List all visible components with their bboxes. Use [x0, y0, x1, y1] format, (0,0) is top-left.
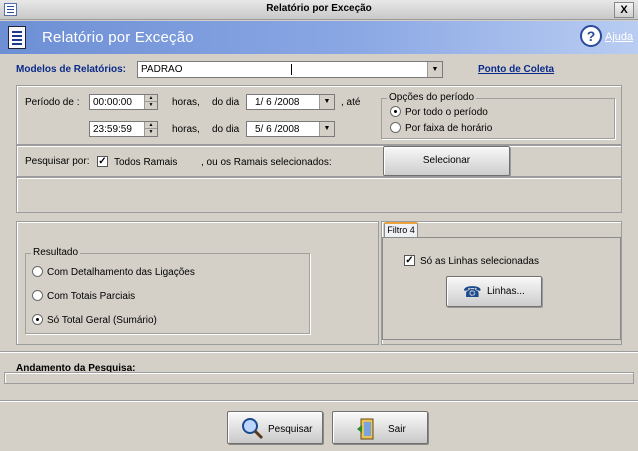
question-icon[interactable]: ? [580, 25, 602, 47]
start-time-field[interactable]: 00:00:00 ▲ ▼ [89, 94, 158, 110]
window-title: Relatório por Exceção [266, 3, 372, 14]
day-label-2: do dia [212, 124, 240, 135]
end-time-field[interactable]: 23:59:59 ▲ ▼ [89, 121, 158, 137]
close-button[interactable]: X [614, 2, 634, 18]
radio-time-range-label: Por faixa de horário [405, 123, 493, 134]
until-label: , até [341, 97, 361, 108]
tab-filtro-4[interactable]: Filtro 4 [384, 222, 418, 237]
models-select[interactable]: PADRAO ▼ [137, 61, 443, 78]
end-time-value: 23:59:59 [93, 124, 132, 135]
start-time-value: 00:00:00 [93, 97, 132, 108]
radio-partial-totals-label: Com Totais Parciais [47, 291, 136, 302]
title-bar: Relatório por Exceção X [0, 0, 638, 20]
radio-detail-calls[interactable] [32, 266, 43, 277]
radio-grand-total-label: Só Total Geral (Sumário) [47, 315, 157, 326]
only-lines-label: Só as Linhas selecionadas [420, 256, 539, 267]
end-time-spinner[interactable]: ▲ ▼ [144, 122, 157, 136]
page-title: Relatório por Exceção [42, 29, 194, 46]
chevron-down-icon[interactable]: ▼ [319, 122, 334, 136]
radio-partial-totals[interactable] [32, 290, 43, 301]
lines-button-label: Linhas... [487, 286, 525, 297]
lines-button[interactable]: ☎ Linhas... [446, 276, 542, 307]
spin-up-icon[interactable]: ▲ [145, 122, 157, 129]
header-banner: Relatório por Exceção ? Ajuda [0, 21, 638, 54]
radio-whole-period[interactable] [390, 106, 401, 117]
info-area [16, 177, 622, 213]
day-label: do dia [212, 97, 240, 108]
text-cursor [291, 64, 292, 75]
result-legend: Resultado [31, 247, 81, 258]
select-extensions-button[interactable]: Selecionar [383, 146, 510, 176]
telephone-icon: ☎ [463, 284, 482, 301]
start-time-spinner[interactable]: ▲ ▼ [144, 95, 157, 109]
spin-down-icon[interactable]: ▼ [145, 129, 157, 136]
hours-label: horas, [172, 97, 200, 108]
search-by-label: Pesquisar por: [25, 156, 90, 167]
spin-up-icon[interactable]: ▲ [145, 95, 157, 102]
period-label: Período de : [25, 97, 80, 108]
all-extensions-checkbox[interactable]: ✓ [97, 156, 108, 167]
exit-door-icon [357, 418, 374, 440]
all-extensions-label: Todos Ramais [114, 157, 178, 168]
start-date-value: 1/ 6 /2008 [255, 97, 300, 108]
radio-time-range[interactable] [390, 122, 401, 133]
search-button-label: Pesquisar [268, 424, 313, 435]
radio-grand-total[interactable] [32, 314, 43, 325]
radio-detail-calls-label: Com Detalhamento das Ligações [47, 267, 195, 278]
exit-button-label: Sair [388, 424, 406, 435]
help-link[interactable]: Ajuda [605, 31, 633, 43]
chevron-down-icon[interactable]: ▼ [319, 95, 334, 109]
magnifier-icon [242, 418, 264, 440]
selected-extensions-label: , ou os Ramais selecionados: [201, 157, 332, 168]
end-date-field[interactable]: 5/ 6 /2008 ▼ [246, 121, 335, 137]
only-lines-checkbox[interactable]: ✓ [404, 255, 415, 266]
chevron-down-icon[interactable]: ▼ [427, 62, 442, 77]
divider [0, 400, 638, 401]
report-icon [8, 26, 26, 49]
divider [0, 351, 638, 352]
radio-whole-period-label: Por todo o período [405, 107, 488, 118]
exit-button[interactable]: Sair [332, 411, 428, 444]
search-button[interactable]: Pesquisar [227, 411, 323, 444]
models-label: Modelos de Relatórios: [16, 64, 127, 75]
start-date-field[interactable]: 1/ 6 /2008 ▼ [246, 94, 335, 110]
models-select-value: PADRAO [141, 64, 183, 75]
ponto-coleta-link[interactable]: Ponto de Coleta [478, 64, 554, 75]
progress-bar [4, 372, 634, 384]
end-date-value: 5/ 6 /2008 [255, 124, 300, 135]
period-options-legend: Opções do período [387, 92, 477, 103]
spin-down-icon[interactable]: ▼ [145, 102, 157, 109]
hours-label-2: horas, [172, 124, 200, 135]
